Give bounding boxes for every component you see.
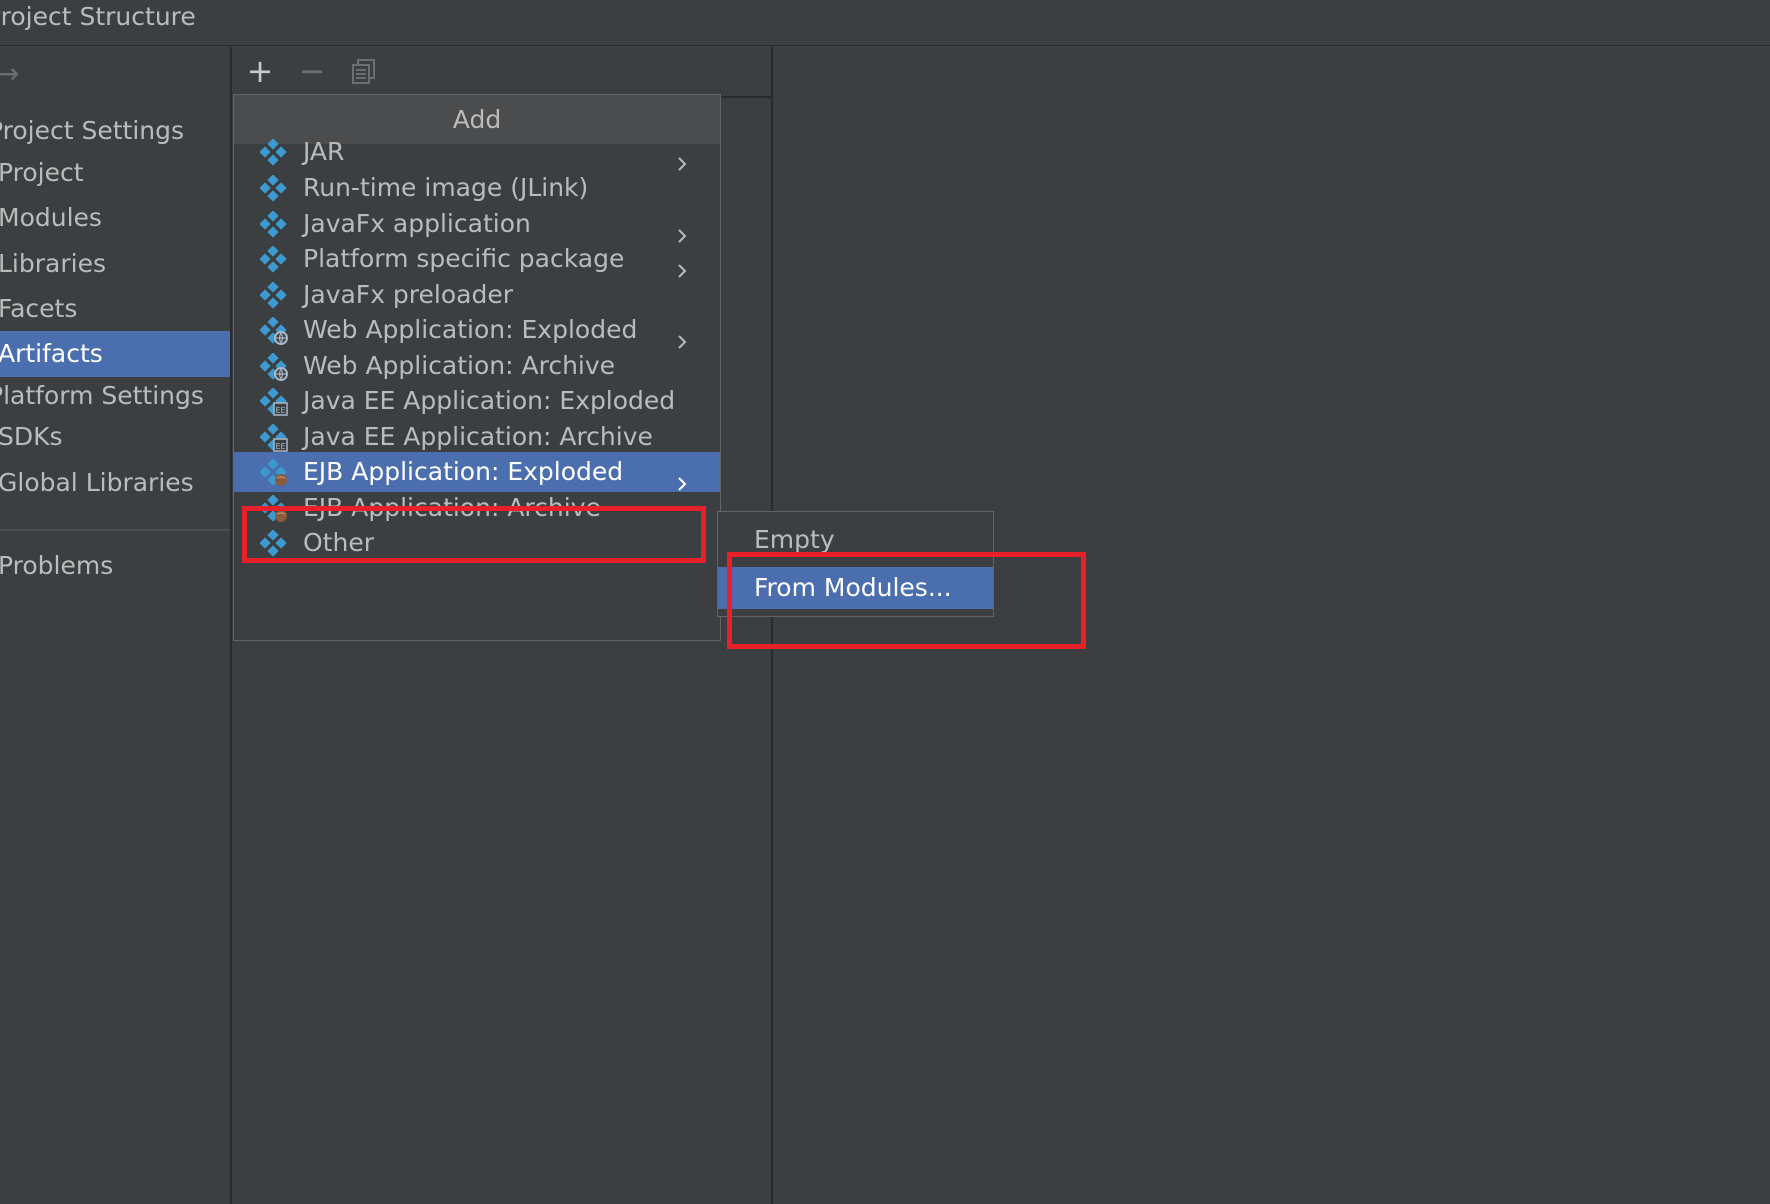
sidebar-item-label: Problems [0, 551, 114, 580]
sidebar-item-sdks[interactable]: SDKs [0, 414, 230, 460]
sidebar-item-label: Modules [0, 203, 102, 232]
ejb-exploded-submenu: Empty From Modules... [717, 511, 994, 617]
menu-item-label: Web Application: Archive [303, 351, 616, 380]
menu-item-ejb-application-exploded[interactable]: EJB Application: Exploded [234, 452, 720, 492]
menu-item-web-application-archive[interactable]: Web Application: Archive [234, 346, 720, 386]
sidebar-item-facets[interactable]: Facets [0, 286, 230, 332]
plus-icon[interactable]: + [242, 53, 278, 89]
menu-item-label: Platform specific package [303, 244, 625, 273]
artifact-icon [259, 245, 288, 274]
sidebar-item-label: Project Settings [0, 116, 185, 145]
menu-item-label: JavaFx application [303, 209, 531, 238]
menu-item-ejb-application-archive[interactable]: EJB Application: Archive [234, 488, 720, 528]
menu-item-platform-specific-package[interactable]: Platform specific package [234, 239, 720, 279]
list-divider [720, 96, 772, 98]
sidebar-item-label: Facets [0, 294, 78, 323]
sidebar-item-global-libraries[interactable]: Global Libraries [0, 460, 230, 506]
menu-item-label: Run-time image (JLink) [303, 173, 589, 202]
svg-text:EE: EE [275, 406, 285, 415]
menu-item-run-time-image-jlink[interactable]: Run-time image (JLink) [234, 168, 720, 208]
artifact-icon [259, 138, 288, 167]
artifact-icon [259, 529, 288, 558]
menu-item-label: Java EE Application: Exploded [303, 386, 676, 415]
sidebar-item-label: Project [0, 158, 84, 187]
sidebar-item-project-settings[interactable]: Project Settings [0, 108, 230, 154]
chevron-right-icon [674, 464, 690, 491]
menu-item-label: EJB Application: Exploded [303, 457, 624, 486]
menu-item-label: Web Application: Exploded [303, 315, 638, 344]
artifact-icon [259, 210, 288, 239]
sidebar-item-artifacts[interactable]: Artifacts [0, 331, 230, 377]
sidebar-item-platform-settings[interactable]: Platform Settings [0, 373, 230, 419]
minus-icon[interactable]: − [294, 53, 330, 89]
sidebar-item-label: Libraries [0, 249, 106, 278]
sidebar-item-project[interactable]: Project [0, 150, 230, 196]
forward-arrow-icon[interactable]: → [0, 57, 19, 90]
chevron-right-icon [674, 322, 690, 349]
submenu-item-label: Empty [754, 525, 835, 554]
title-bar: Project Structure [0, 0, 1770, 46]
copy-icon[interactable] [346, 53, 382, 89]
menu-item-other[interactable]: Other [234, 523, 720, 563]
sidebar-item-problems[interactable]: Problems [0, 543, 230, 589]
chevron-right-icon [674, 216, 690, 243]
menu-item-javafx-preloader[interactable]: JavaFx preloader [234, 275, 720, 315]
chevron-right-icon [674, 251, 690, 278]
menu-item-label: Other [303, 528, 374, 557]
artifact-icon [259, 281, 288, 310]
sidebar-item-modules[interactable]: Modules [0, 195, 230, 241]
web-artifact-icon [259, 316, 288, 345]
javaee-artifact-icon: EE [259, 387, 288, 416]
sidebar-item-libraries[interactable]: Libraries [0, 241, 230, 287]
ejb-artifact-icon [259, 458, 288, 487]
menu-item-javafx-application[interactable]: JavaFx application [234, 204, 720, 244]
menu-item-jar[interactable]: JAR [234, 132, 720, 172]
artifact-icon [259, 174, 288, 203]
submenu-item-label: From Modules... [754, 573, 952, 602]
svg-text:EE: EE [275, 442, 285, 451]
menu-item-label: EJB Application: Archive [303, 493, 601, 522]
submenu-item-from-modules[interactable]: From Modules... [718, 567, 993, 609]
menu-item-java-ee-application-exploded[interactable]: EE Java EE Application: Exploded [234, 381, 720, 421]
ejb-artifact-icon [259, 494, 288, 523]
sidebar: → Project Settings Project Modules Librarie… [0, 47, 232, 1204]
sidebar-item-label: SDKs [0, 422, 63, 451]
web-artifact-icon [259, 352, 288, 381]
sidebar-item-label: Artifacts [0, 339, 103, 368]
menu-item-web-application-exploded[interactable]: Web Application: Exploded [234, 310, 720, 350]
menu-item-label: JAR [303, 137, 345, 166]
sidebar-item-label: Global Libraries [0, 468, 194, 497]
menu-item-label: Java EE Application: Archive [303, 422, 653, 451]
window-title: Project Structure [0, 2, 196, 31]
chevron-right-icon [674, 144, 690, 171]
sidebar-separator [0, 529, 230, 531]
javaee-artifact-icon: EE [259, 423, 288, 452]
sidebar-item-label: Platform Settings [0, 381, 204, 410]
artifacts-toolbar: + − [232, 47, 773, 97]
menu-item-label: JavaFx preloader [303, 280, 513, 309]
add-menu-popup: Add JAR Run-time image (JLink) JavaFx appl… [233, 94, 721, 641]
submenu-item-empty[interactable]: Empty [718, 519, 993, 561]
menu-item-java-ee-application-archive[interactable]: EE Java EE Application: Archive [234, 417, 720, 457]
